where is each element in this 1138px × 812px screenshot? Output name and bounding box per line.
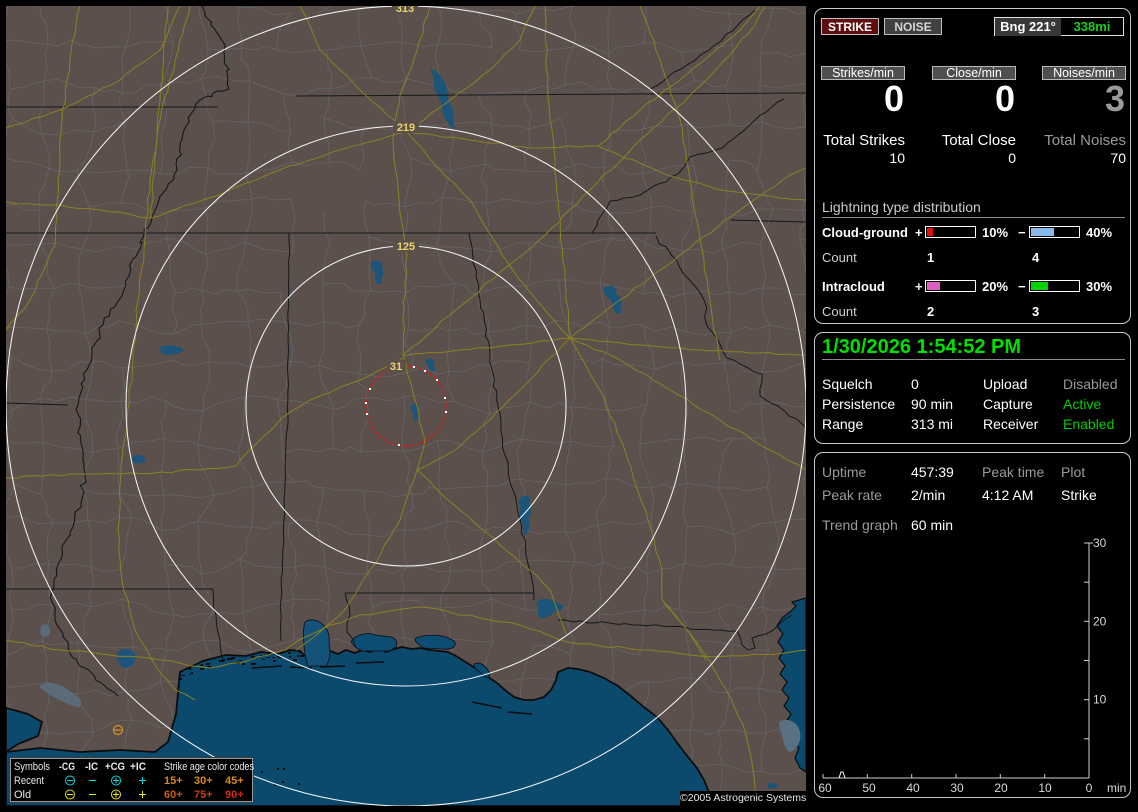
svg-text:60+: 60+: [164, 789, 183, 801]
svg-text:30+: 30+: [194, 775, 213, 787]
svg-text:+IC: +IC: [130, 761, 146, 773]
svg-text:313: 313: [396, 6, 414, 15]
svg-text:219: 219: [397, 122, 415, 134]
svg-text:40: 40: [906, 781, 920, 795]
svg-text:20: 20: [994, 781, 1008, 795]
svg-text:20: 20: [1093, 614, 1107, 628]
svg-text:75+: 75+: [194, 789, 213, 801]
svg-text:Old: Old: [14, 789, 31, 801]
svg-text:45+: 45+: [225, 775, 244, 787]
svg-text:+CG: +CG: [105, 761, 125, 773]
svg-text:10: 10: [1093, 693, 1107, 707]
svg-text:15+: 15+: [164, 775, 183, 787]
svg-text:50: 50: [862, 781, 876, 795]
svg-text:31: 31: [390, 361, 402, 373]
svg-text:-IC: -IC: [85, 761, 98, 773]
svg-text:60: 60: [818, 781, 832, 795]
svg-text:Recent: Recent: [14, 775, 44, 787]
svg-text:Strike age color codes: Strike age color codes: [164, 761, 254, 773]
svg-text:Symbols: Symbols: [14, 761, 50, 773]
svg-text:-CG: -CG: [59, 761, 75, 773]
svg-text:10: 10: [1038, 781, 1052, 795]
svg-text:30: 30: [1093, 536, 1107, 550]
svg-text:90+: 90+: [225, 789, 244, 801]
svg-text:30: 30: [950, 781, 964, 795]
svg-text:0: 0: [1086, 781, 1093, 795]
svg-text:125: 125: [397, 241, 415, 253]
svg-text:min: min: [1107, 781, 1126, 795]
